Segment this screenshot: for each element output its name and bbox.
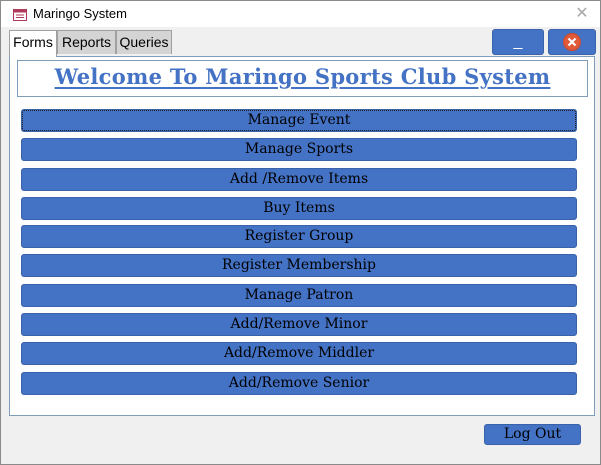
app-window: Maringo System ✕ Forms Reports Queries _… <box>0 0 601 465</box>
manage-sports-button[interactable]: Manage Sports <box>21 138 577 161</box>
close-circle-icon <box>563 33 581 51</box>
register-group-button[interactable]: Register Group <box>21 225 577 248</box>
window-title: Maringo System <box>33 6 127 21</box>
forms-panel: Welcome To Maringo Sports Club System Ma… <box>9 56 595 416</box>
tab-queries[interactable]: Queries <box>116 30 172 54</box>
add-remove-senior-button[interactable]: Add/Remove Senior <box>21 372 577 395</box>
form-icon <box>13 8 27 21</box>
title-bar: Maringo System ✕ <box>1 1 600 27</box>
manage-event-button[interactable]: Manage Event <box>21 109 577 132</box>
welcome-banner: Welcome To Maringo Sports Club System <box>17 60 588 97</box>
tab-forms[interactable]: Forms <box>9 30 57 57</box>
close-icon[interactable]: ✕ <box>573 4 591 22</box>
exit-button[interactable] <box>548 29 596 55</box>
buy-items-button[interactable]: Buy Items <box>21 197 577 220</box>
tab-reports[interactable]: Reports <box>57 30 116 54</box>
register-membership-button[interactable]: Register Membership <box>21 254 577 277</box>
page-title: Welcome To Maringo Sports Club System <box>54 64 551 89</box>
log-out-button[interactable]: Log Out <box>484 424 581 445</box>
minimize-label: _ <box>513 33 523 50</box>
add-remove-middler-button[interactable]: Add/Remove Middler <box>21 342 577 365</box>
minimize-button[interactable]: _ <box>492 29 544 55</box>
add-remove-minor-button[interactable]: Add/Remove Minor <box>21 313 577 336</box>
manage-patron-button[interactable]: Manage Patron <box>21 284 577 307</box>
add-remove-items-button[interactable]: Add /Remove Items <box>21 168 577 191</box>
